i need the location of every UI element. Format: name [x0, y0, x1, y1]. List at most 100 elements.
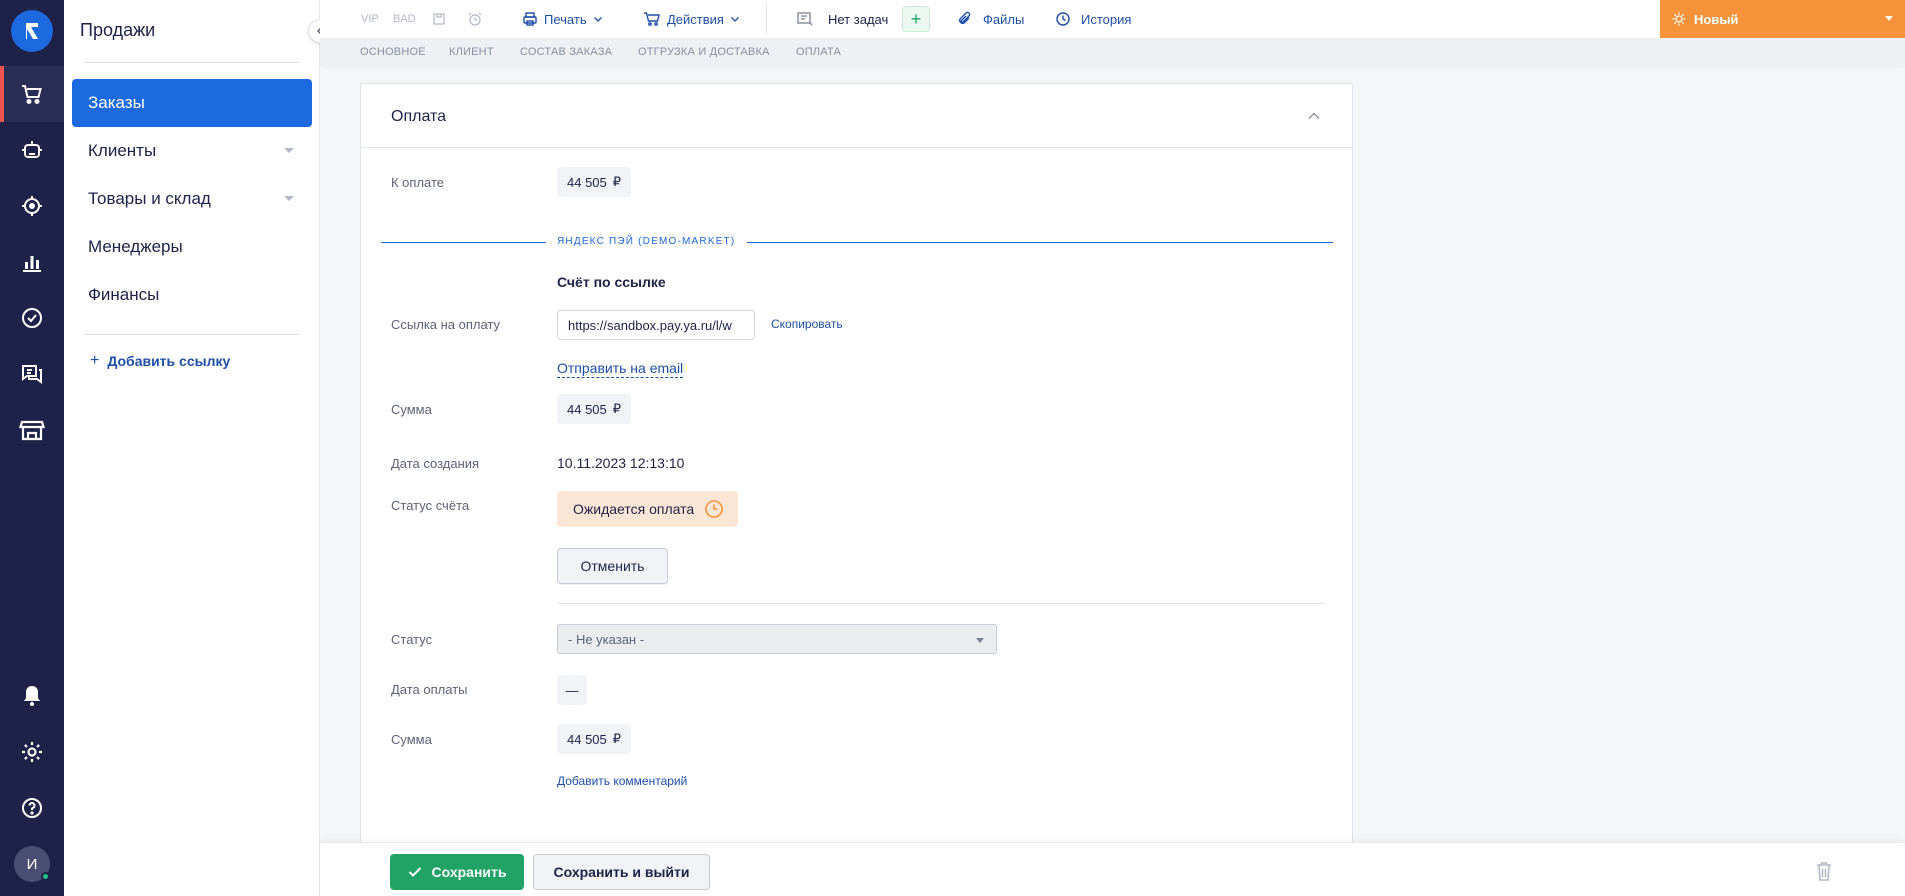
actions-menu[interactable]: Действия: [643, 0, 740, 38]
sidebar-item-label: Финансы: [88, 285, 160, 304]
online-indicator: [41, 872, 50, 881]
send-email-link[interactable]: Отправить на email: [557, 360, 684, 378]
logo-icon[interactable]: [11, 10, 53, 52]
bad-toggle[interactable]: BAD: [393, 0, 416, 38]
amount: 44 505: [567, 731, 607, 747]
amount: 44 505: [567, 401, 607, 417]
sidebar-item-label: Товары и склад: [88, 189, 211, 208]
currency: ₽: [612, 401, 622, 416]
chevron-down-icon: [284, 196, 294, 201]
tasks-label: Нет задач: [828, 11, 889, 27]
section-divider: [381, 242, 546, 243]
add-comment-link[interactable]: Добавить комментарий: [557, 774, 687, 788]
tab-payment[interactable]: ОПЛАТА: [796, 38, 841, 66]
invoice-status-label: Статус счёта: [391, 498, 470, 513]
card-title: Оплата: [391, 108, 447, 125]
sidebar-item-managers[interactable]: Менеджеры: [72, 223, 312, 271]
gear-icon[interactable]: [0, 724, 64, 780]
vip-toggle[interactable]: VIP: [361, 0, 379, 38]
sidebar-item-label: Менеджеры: [88, 237, 183, 256]
invoice-heading: Счёт по ссылке: [557, 274, 666, 290]
sum-value: 44 505 ₽: [557, 724, 632, 754]
files-label: Файлы: [983, 11, 1025, 27]
save-button[interactable]: Сохранить: [390, 854, 524, 890]
tab-order-items[interactable]: СОСТАВ ЗАКАЗА: [520, 38, 612, 66]
sidebar-title: Продажи: [80, 20, 156, 40]
check-circle-icon[interactable]: [0, 290, 64, 346]
chevron-down-icon: [976, 638, 984, 643]
currency: ₽: [612, 174, 622, 189]
alarm-icon[interactable]: [467, 0, 483, 38]
cart-icon: [644, 12, 660, 26]
target-icon[interactable]: [0, 178, 64, 234]
chart-icon[interactable]: [0, 234, 64, 290]
action-footer: Сохранить Сохранить и выйти: [320, 842, 1905, 896]
sun-icon: [1672, 12, 1686, 26]
note-icon[interactable]: [432, 0, 446, 38]
clock-icon: [1056, 12, 1070, 26]
tasks-button[interactable]: Нет задач: [796, 0, 888, 38]
print-menu[interactable]: Печать: [522, 0, 603, 38]
payment-status-value: - Не указан -: [568, 631, 645, 647]
bad-label: BAD: [393, 13, 416, 25]
add-link-label: Добавить ссылку: [107, 353, 231, 369]
print-label: Печать: [544, 11, 587, 27]
section-separator: [557, 603, 1324, 604]
payment-date-field[interactable]: —: [557, 675, 587, 705]
history-label: История: [1081, 11, 1132, 27]
payment-card-header[interactable]: Оплата: [361, 84, 1352, 148]
created-date-label: Дата создания: [391, 456, 480, 471]
paperclip-icon: [959, 11, 971, 24]
save-and-exit-button[interactable]: Сохранить и выйти: [533, 854, 710, 890]
section-divider: [747, 242, 1333, 243]
copy-link-button[interactable]: Скопировать: [771, 317, 843, 331]
sidebar-item-label: Клиенты: [88, 141, 157, 160]
chevron-down-icon: [1885, 16, 1893, 21]
add-task-button[interactable]: +: [902, 6, 930, 32]
order-toolbar: VIP BAD Печать Действия Нет задач + Файл…: [320, 0, 1905, 38]
help-icon[interactable]: [0, 780, 64, 836]
files-button[interactable]: Файлы: [957, 0, 1024, 38]
order-status-dropdown[interactable]: Новый: [1660, 0, 1905, 38]
sidebar-item-clients[interactable]: Клиенты: [72, 127, 312, 175]
sidebar-item-orders[interactable]: Заказы: [72, 79, 312, 127]
sidebar-item-finance[interactable]: Финансы: [72, 271, 312, 319]
cart-icon[interactable]: [0, 66, 64, 122]
robot-icon[interactable]: [0, 122, 64, 178]
invoice-status-text: Ожидается оплата: [573, 501, 695, 517]
vip-label: VIP: [361, 13, 379, 25]
tasks-icon: [797, 12, 813, 26]
to-pay-value: 44 505 ₽: [557, 167, 632, 197]
payment-link-field[interactable]: https://sandbox.pay.ya.ru/l/w: [557, 310, 755, 340]
plus-icon: +: [910, 8, 922, 29]
add-link-button[interactable]: + Добавить ссылку: [90, 352, 230, 370]
to-pay-label: К оплате: [391, 175, 445, 190]
avatar-letter: И: [26, 855, 38, 873]
sum-value: 44 505 ₽: [557, 394, 632, 424]
cancel-invoice-button[interactable]: Отменить: [557, 548, 668, 584]
tab-main[interactable]: ОСНОВНОЕ: [360, 38, 426, 66]
trash-icon[interactable]: [1815, 860, 1833, 885]
bell-icon[interactable]: [0, 668, 64, 724]
chevron-up-icon: [1308, 112, 1320, 119]
tab-shipping[interactable]: ОТГРУЗКА И ДОСТАВКА: [638, 38, 770, 66]
sidebar-item-products[interactable]: Товары и склад: [72, 175, 312, 223]
payment-card: Оплата К оплате 44 505 ₽ ЯНДЕКС ПЭЙ (DEM…: [360, 83, 1353, 843]
main-navigation-rail: И: [0, 0, 64, 896]
payment-link-label: Ссылка на оплату: [391, 317, 501, 332]
checkmark-icon: [408, 867, 421, 877]
history-button[interactable]: История: [1055, 0, 1131, 38]
store-icon[interactable]: [0, 402, 64, 458]
status-label: Статус: [391, 632, 433, 647]
clock-icon: [705, 500, 723, 518]
save-label: Сохранить: [431, 864, 507, 880]
actions-label: Действия: [667, 11, 724, 27]
order-status-label: Новый: [1694, 11, 1739, 27]
payment-date-label: Дата оплаты: [391, 682, 468, 697]
payment-status-select[interactable]: - Не указан -: [557, 624, 997, 654]
avatar[interactable]: И: [14, 846, 50, 882]
tab-client[interactable]: КЛИЕНТ: [449, 38, 494, 66]
sum-label: Сумма: [391, 402, 432, 417]
chat-icon[interactable]: [0, 346, 64, 402]
chevron-down-icon: [284, 148, 294, 153]
